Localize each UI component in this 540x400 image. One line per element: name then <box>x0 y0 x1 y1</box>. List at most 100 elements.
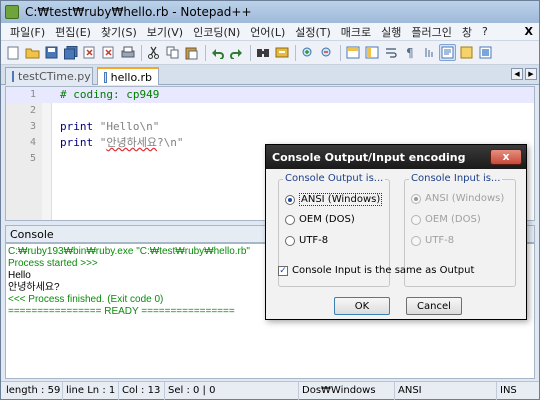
line-number: 2 <box>29 105 36 116</box>
tab-hello-rb[interactable]: hello.rb <box>97 67 159 85</box>
menu-file[interactable]: 파일(F) <box>5 24 50 40</box>
status-sel: Sel : 0 | 0 <box>165 382 299 400</box>
same-as-output-checkbox-row[interactable]: ✓ Console Input is the same as Output <box>278 265 474 276</box>
menu-plugins[interactable]: 플러그인 <box>406 24 456 40</box>
menu-view[interactable]: 보기(V) <box>142 24 188 40</box>
checkbox-label: Console Input is the same as Output <box>292 265 475 276</box>
tab-testctime-py[interactable]: testCTime.py <box>5 67 93 85</box>
menu-settings[interactable]: 설정(T) <box>290 24 336 40</box>
notepadpp-icon <box>5 5 19 19</box>
menu-language[interactable]: 언어(L) <box>245 24 290 40</box>
group-label: Console Input is... <box>409 173 503 184</box>
dialog-title-bar[interactable]: Console Output/Input encoding x <box>266 145 526 169</box>
status-length: length : 59 <box>3 382 63 400</box>
document-tabs: testCTime.py hello.rb ◀ ▶ <box>1 65 539 85</box>
status-bar: length : 59 line Ln : 1 Col : 13 Sel : 0… <box>1 381 539 400</box>
tab-label: hello.rb <box>110 70 152 84</box>
code-text: print "안녕하세요?\n" <box>60 135 183 151</box>
window-title: C:₩test₩ruby₩hello.rb - Notepad++ <box>25 5 252 19</box>
spellcheck-squiggle: 안녕하세요 <box>106 136 157 149</box>
toolbar-separator <box>250 44 251 61</box>
menu-search[interactable]: 찾기(S) <box>96 24 142 40</box>
menu-run[interactable]: 실행 <box>376 24 406 40</box>
line-number: 5 <box>29 153 36 164</box>
cut-icon[interactable] <box>145 44 162 61</box>
toolbar: ¶ <box>1 41 539 65</box>
close-all-icon[interactable] <box>100 44 117 61</box>
indent-guide-icon[interactable] <box>420 44 437 61</box>
function-list-icon[interactable] <box>477 44 494 61</box>
output-option-utf8[interactable]: UTF-8 <box>285 235 328 246</box>
input-option-ansi: ANSI (Windows) <box>411 193 504 204</box>
title-bar[interactable]: C:₩test₩ruby₩hello.rb - Notepad++ <box>1 1 539 23</box>
menu-edit[interactable]: 편집(E) <box>50 24 96 40</box>
option-label: ANSI (Windows) <box>425 193 505 204</box>
output-option-ansi[interactable]: ANSI (Windows) <box>285 193 383 206</box>
status-mode: INS <box>500 385 517 396</box>
radio-button[interactable] <box>285 235 295 246</box>
save-all-icon[interactable] <box>62 44 79 61</box>
copy-icon[interactable] <box>164 44 181 61</box>
close-icon[interactable] <box>81 44 98 61</box>
code-line: 1 # coding: cp949 <box>6 87 534 103</box>
toolbar-separator <box>141 44 142 61</box>
zoom-in-icon[interactable] <box>299 44 316 61</box>
scroll-right-icon[interactable]: ▶ <box>525 68 537 80</box>
menu-bar: 파일(F) 편집(E) 찾기(S) 보기(V) 인코딩(N) 언어(L) 설정(… <box>1 23 539 41</box>
file-icon <box>104 71 107 83</box>
menu-window[interactable]: 창 <box>457 24 477 40</box>
user-lang-icon[interactable] <box>439 44 456 61</box>
paste-icon[interactable] <box>183 44 200 61</box>
status-encoding: ANSI <box>395 382 497 400</box>
cancel-button[interactable]: Cancel <box>406 297 462 315</box>
open-file-icon[interactable] <box>24 44 41 61</box>
keyword: print <box>60 136 100 149</box>
option-label: UTF-8 <box>425 235 455 246</box>
print-icon[interactable] <box>119 44 136 61</box>
doc-map-icon[interactable] <box>458 44 475 61</box>
radio-button[interactable] <box>285 214 295 225</box>
sync-horizontal-icon[interactable] <box>363 44 380 61</box>
ok-button[interactable]: OK <box>334 297 390 315</box>
close-document-icon[interactable]: X <box>525 25 533 38</box>
line-number: 1 <box>29 89 36 100</box>
same-as-output-checkbox[interactable]: ✓ <box>278 265 288 276</box>
keyword: print <box>60 120 100 133</box>
input-option-oem: OEM (DOS) <box>411 214 481 225</box>
radio-button[interactable] <box>285 194 295 205</box>
toolbar-separator <box>205 44 206 61</box>
menu-encoding[interactable]: 인코딩(N) <box>188 24 245 40</box>
line-number: 4 <box>29 137 36 148</box>
code-text: print "Hello\n" <box>60 119 159 135</box>
new-file-icon[interactable] <box>5 44 22 61</box>
code-line: 3 print "Hello\n" <box>6 119 534 135</box>
code-line: 2 <box>6 103 534 119</box>
string: ?\n" <box>156 136 184 149</box>
radio-button <box>411 193 421 204</box>
option-label: OEM (DOS) <box>425 214 481 225</box>
undo-icon[interactable] <box>209 44 226 61</box>
word-wrap-icon[interactable] <box>382 44 399 61</box>
menu-help[interactable]: ? <box>477 25 493 38</box>
toolbar-separator <box>295 44 296 61</box>
dialog-title: Console Output/Input encoding <box>272 150 466 164</box>
menu-macro[interactable]: 매크로 <box>336 24 376 40</box>
status-eol: Dos₩Windows <box>299 382 395 400</box>
output-option-oem[interactable]: OEM (DOS) <box>285 214 355 225</box>
zoom-out-icon[interactable] <box>318 44 335 61</box>
code-text: # coding: cp949 <box>60 88 160 101</box>
console-encoding-dialog: Console Output/Input encoding x Console … <box>265 144 527 320</box>
scroll-left-icon[interactable]: ◀ <box>511 68 523 80</box>
close-icon[interactable]: x <box>490 149 522 165</box>
sync-vertical-icon[interactable] <box>344 44 361 61</box>
radio-button <box>411 235 421 246</box>
show-all-chars-icon[interactable]: ¶ <box>401 44 418 61</box>
console-title: Console <box>10 227 54 241</box>
option-label: OEM (DOS) <box>299 214 355 225</box>
find-icon[interactable] <box>254 44 271 61</box>
save-icon[interactable] <box>43 44 60 61</box>
redo-icon[interactable] <box>228 44 245 61</box>
toolbar-separator <box>340 44 341 61</box>
input-option-utf8: UTF-8 <box>411 235 454 246</box>
replace-icon[interactable] <box>273 44 290 61</box>
